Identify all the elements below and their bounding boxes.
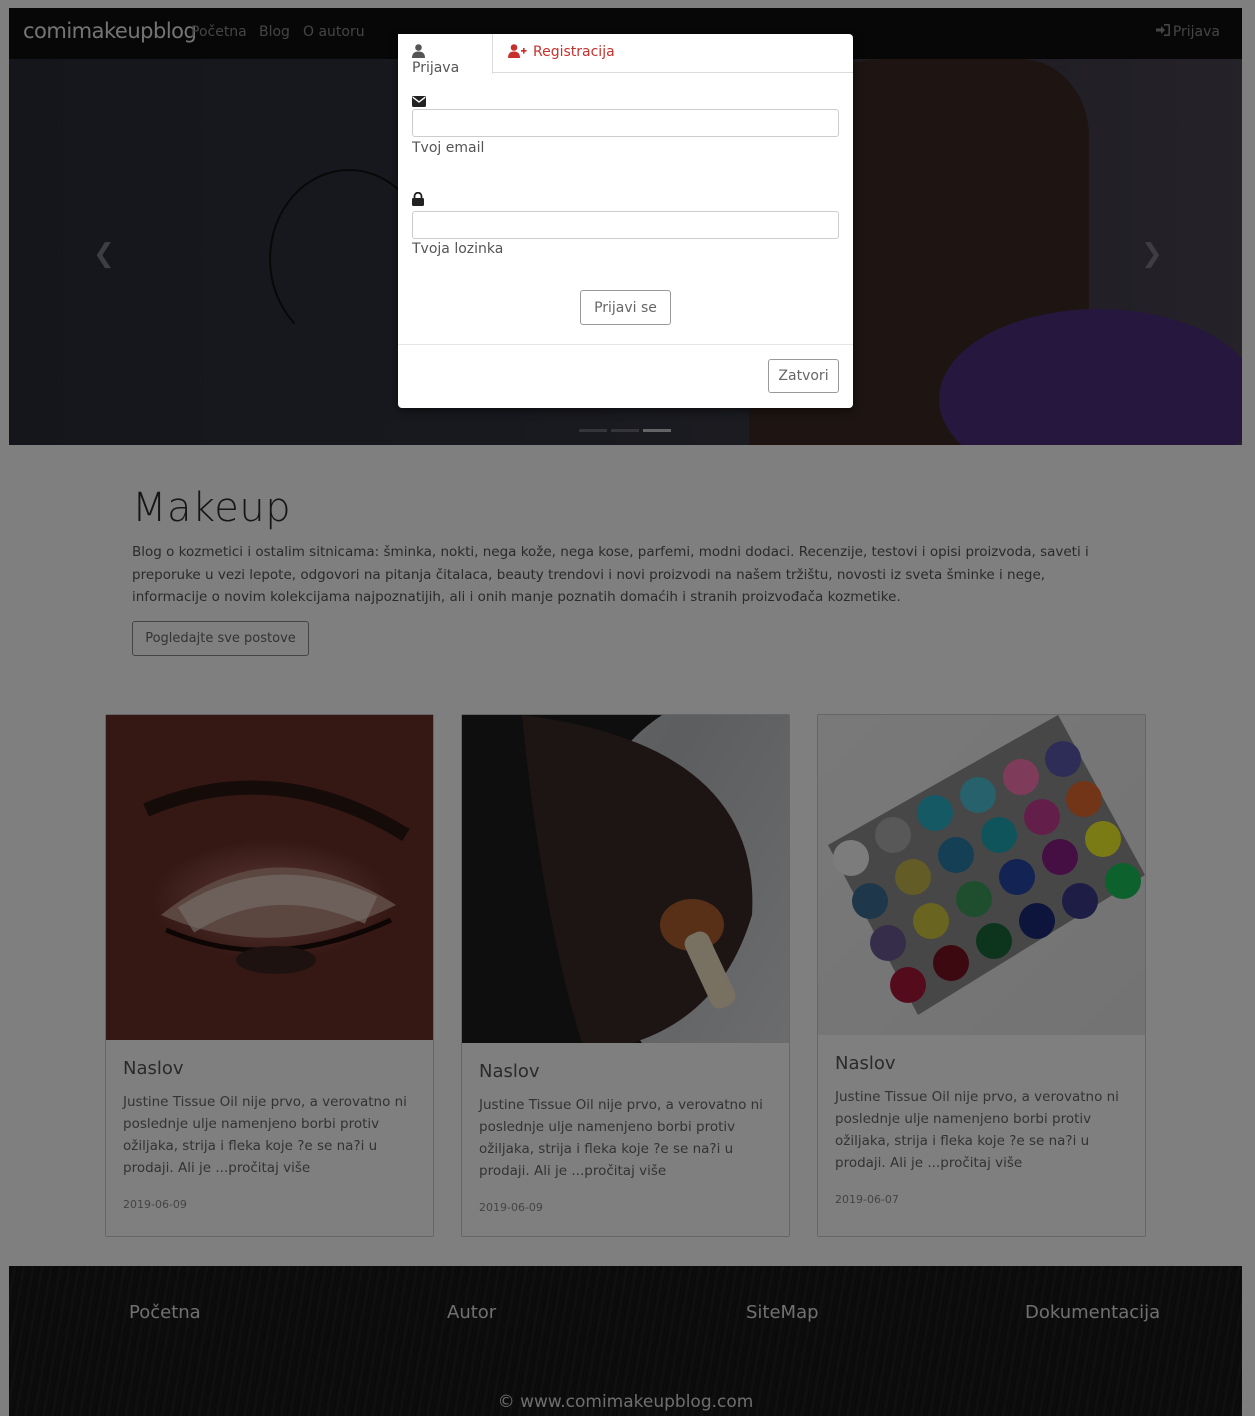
email-input[interactable] xyxy=(412,109,839,137)
tab-register[interactable]: Registracija xyxy=(494,34,629,73)
tab-register-label: Registracija xyxy=(533,44,615,60)
modal-footer-divider xyxy=(398,344,853,345)
password-label: Tvoja lozinka xyxy=(412,241,504,257)
password-input[interactable] xyxy=(412,211,839,239)
tab-login[interactable]: Prijava xyxy=(398,34,493,76)
login-submit-button[interactable]: Prijavi se xyxy=(580,290,671,325)
login-modal: Prijava Registracija Tvoj email Tvoja lo… xyxy=(398,34,853,408)
modal-tabs: Prijava Registracija xyxy=(398,34,853,76)
tab-login-label: Prijava xyxy=(412,60,460,76)
user-plus-icon xyxy=(508,44,533,60)
close-button[interactable]: Zatvori xyxy=(768,359,839,393)
user-icon xyxy=(412,44,431,60)
lock-icon xyxy=(412,191,424,210)
email-label: Tvoj email xyxy=(412,140,485,156)
